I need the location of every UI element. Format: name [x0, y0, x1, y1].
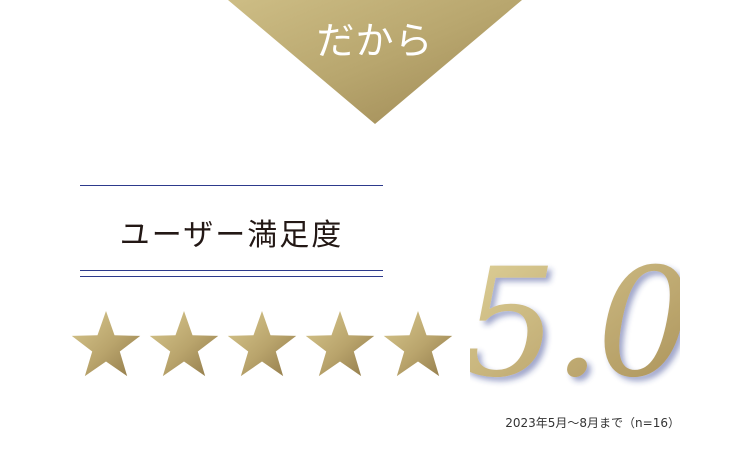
satisfaction-title: ユーザー満足度 — [119, 218, 344, 253]
rating-stars — [71, 311, 453, 377]
title-bottom-rule — [80, 270, 383, 271]
survey-note: 2023年5月〜8月まで（n=16） — [505, 416, 680, 430]
score-value: 5.0 — [470, 240, 680, 390]
score-display: 5.0 — [470, 240, 680, 390]
title-bottom-rule-2 — [80, 276, 383, 277]
star-icon — [305, 311, 375, 377]
banner-label: だから — [316, 19, 434, 63]
star-icon — [149, 311, 219, 377]
satisfaction-panel: だから ユーザー満足度 5.0 2023年5月〜8月まで（n=16） — [0, 0, 750, 476]
title-top-rule — [80, 185, 383, 186]
star-icon — [71, 311, 141, 377]
star-icon — [227, 311, 297, 377]
star-icon — [383, 311, 453, 377]
